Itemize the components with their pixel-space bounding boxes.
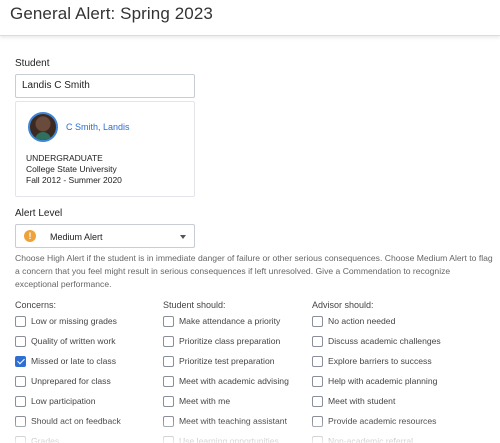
page-header: General Alert: Spring 2023 bbox=[0, 0, 500, 36]
checkbox[interactable] bbox=[15, 316, 26, 327]
checkbox[interactable] bbox=[312, 356, 323, 367]
checkbox[interactable] bbox=[15, 436, 26, 443]
option-label: Missed or late to class bbox=[31, 356, 117, 366]
student-input[interactable]: Landis C Smith bbox=[15, 74, 195, 98]
student-card: C Smith, Landis UNDERGRADUATE College St… bbox=[15, 101, 195, 197]
alert-level-select[interactable]: ! Medium Alert bbox=[15, 224, 195, 248]
student-input-value: Landis C Smith bbox=[22, 80, 90, 91]
checkbox[interactable] bbox=[312, 396, 323, 407]
option-label: Prioritize class preparation bbox=[179, 336, 281, 346]
option-label: Discuss academic challenges bbox=[328, 336, 441, 346]
checkbox[interactable] bbox=[312, 316, 323, 327]
student-label: Student bbox=[15, 58, 50, 69]
checkbox[interactable] bbox=[312, 336, 323, 347]
option-label: Quality of written work bbox=[31, 336, 116, 346]
option-label: Prioritize test preparation bbox=[179, 356, 275, 366]
advisor-should-header: Advisor should: bbox=[312, 300, 374, 310]
chevron-down-icon bbox=[180, 235, 186, 239]
checkbox[interactable] bbox=[163, 316, 174, 327]
checkbox-checked[interactable] bbox=[15, 356, 26, 367]
avatar bbox=[28, 112, 58, 142]
student-level: UNDERGRADUATE bbox=[26, 153, 103, 163]
option-label: Provide academic resources bbox=[328, 416, 437, 426]
checkbox[interactable] bbox=[15, 336, 26, 347]
student-school: College State University bbox=[26, 164, 117, 174]
checkbox[interactable] bbox=[163, 336, 174, 347]
checkbox[interactable] bbox=[163, 416, 174, 427]
option-label: Meet with teaching assistant bbox=[179, 416, 287, 426]
option-label: Grades bbox=[31, 436, 60, 443]
checkbox[interactable] bbox=[15, 416, 26, 427]
checkbox[interactable] bbox=[312, 376, 323, 387]
student-term: Fall 2012 - Summer 2020 bbox=[26, 175, 122, 185]
checkbox[interactable] bbox=[163, 356, 174, 367]
student-name-link[interactable]: C Smith, Landis bbox=[66, 122, 130, 132]
student-should-header: Student should: bbox=[163, 300, 226, 310]
option-label: Use learning opportunities bbox=[179, 436, 279, 443]
option-label: Low participation bbox=[31, 396, 96, 406]
option-label: Explore barriers to success bbox=[328, 356, 432, 366]
option-label: Make attendance a priority bbox=[179, 316, 281, 326]
page-title: General Alert: Spring 2023 bbox=[10, 4, 213, 23]
alert-level-help: Choose High Alert if the student is in i… bbox=[15, 253, 493, 289]
option-label: Meet with me bbox=[179, 396, 231, 406]
checkbox[interactable] bbox=[15, 376, 26, 387]
option-label: Meet with academic advising bbox=[179, 376, 289, 386]
option-label: No action needed bbox=[328, 316, 396, 326]
alert-level-label: Alert Level bbox=[15, 208, 63, 219]
concerns-header: Concerns: bbox=[15, 300, 57, 310]
option-label: Unprepared for class bbox=[31, 376, 111, 386]
option-label: Meet with student bbox=[328, 396, 396, 406]
alert-level-value: Medium Alert bbox=[50, 232, 103, 242]
checkbox[interactable] bbox=[163, 376, 174, 387]
option-label: Non-academic referral bbox=[328, 436, 414, 443]
option-label: Help with academic planning bbox=[328, 376, 438, 386]
checkbox[interactable] bbox=[312, 436, 323, 443]
option-label: Should act on feedback bbox=[31, 416, 121, 426]
warning-icon: ! bbox=[24, 230, 36, 242]
checkbox[interactable] bbox=[15, 396, 26, 407]
checkbox[interactable] bbox=[163, 436, 174, 443]
option-label: Low or missing grades bbox=[31, 316, 117, 326]
checkbox[interactable] bbox=[312, 416, 323, 427]
checkbox[interactable] bbox=[163, 396, 174, 407]
